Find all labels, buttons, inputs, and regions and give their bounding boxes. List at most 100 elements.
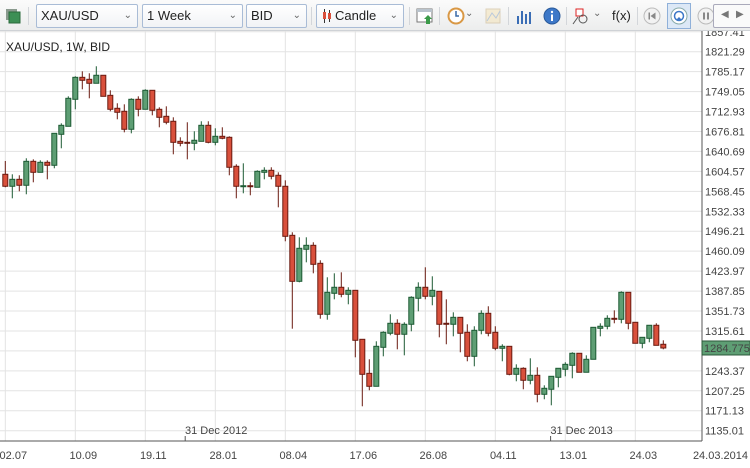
last-date-label: 24.03.2014: [693, 450, 748, 462]
x-tick-label: 13.01: [560, 450, 588, 462]
candle-body: [177, 140, 184, 144]
candle-body: [303, 244, 310, 250]
symbol-select[interactable]: XAU/USD ⌄: [36, 4, 138, 28]
y-tick-label: 1640.69: [705, 146, 745, 158]
candle-body: [576, 352, 583, 373]
candle-body: [534, 374, 541, 395]
candle-body: [86, 78, 93, 84]
patterns-icon[interactable]: [484, 7, 502, 25]
candle-body: [450, 316, 457, 325]
y-tick-label: 1423.97: [705, 266, 745, 278]
chevron-down-icon: ⌄: [228, 10, 237, 21]
candle-body: [142, 89, 149, 110]
candle-body: [163, 115, 170, 123]
x-tick-label: 26.08: [420, 450, 448, 462]
candle-body: [387, 322, 394, 334]
candle-body: [478, 312, 485, 331]
price-type-value: BID: [251, 8, 273, 23]
x-tick-label: 24.03: [630, 450, 658, 462]
y-tick-label: 1243.37: [705, 366, 745, 378]
candle-body: [51, 132, 58, 166]
y-tick-label: 1568.45: [705, 186, 745, 198]
candle-body: [100, 74, 107, 97]
candle-body: [331, 286, 338, 294]
candle-body: [485, 312, 492, 334]
candle-body: [639, 336, 646, 344]
chart-title: XAU/USD, 1W, BID: [6, 40, 111, 54]
candle-body: [492, 331, 499, 349]
year-marker-label: 31 Dec 2012: [185, 425, 247, 437]
x-tick-label: 04.11: [490, 450, 517, 462]
candle-body: [548, 375, 555, 390]
candle-body: [499, 345, 506, 349]
y-tick-label: 1315.61: [705, 326, 745, 338]
candle-body: [520, 367, 527, 381]
x-tick-label: 02.07: [0, 450, 27, 462]
skip-back-icon[interactable]: [643, 7, 661, 25]
candle-body: [44, 161, 51, 166]
clock-icon[interactable]: [447, 7, 465, 25]
candle-body: [135, 98, 142, 110]
period-select[interactable]: 1 Week ⌄: [142, 4, 243, 28]
x-tick-label: 08.04: [280, 450, 308, 462]
x-tick-label: 19.11: [140, 450, 167, 462]
y-tick-label: 1387.85: [705, 286, 745, 298]
scroll-right-icon[interactable]: ▶: [736, 9, 744, 20]
candle-body: [345, 289, 352, 295]
layers-icon[interactable]: [4, 7, 22, 25]
candle-body: [625, 291, 632, 324]
candle-body: [282, 185, 289, 237]
candle-body: [289, 234, 296, 282]
drawing-shapes-icon[interactable]: [572, 7, 590, 25]
y-tick-label: 1712.93: [705, 107, 745, 119]
candle-body: [261, 169, 268, 173]
candle-body: [58, 124, 65, 135]
candle-body: [513, 367, 520, 375]
candle-body: [422, 286, 429, 297]
scroll-left-icon[interactable]: ◀: [721, 9, 729, 20]
candle-body: [114, 107, 121, 113]
toolbar: XAU/USD ⌄ 1 Week ⌄ BID ⌄ Candle ⌄ ⌄ ⌄ f(x) ◀…: [0, 0, 750, 31]
candle-body: [198, 124, 205, 142]
auto-scroll-icon[interactable]: [670, 7, 688, 25]
candle-body: [562, 363, 569, 370]
scroll-buttons: ◀ ▶: [713, 4, 750, 28]
chevron-down-icon[interactable]: ⌄: [593, 8, 601, 19]
info-icon[interactable]: [543, 7, 561, 25]
candle-body: [436, 290, 443, 325]
candle-body: [471, 329, 478, 357]
candle-body: [555, 367, 562, 378]
function-icon[interactable]: f(x): [612, 8, 631, 23]
candle-body: [359, 338, 366, 375]
x-tick-label: 10.09: [70, 450, 98, 462]
candle-body: [443, 322, 450, 325]
candle-body: [107, 94, 114, 110]
chevron-down-icon[interactable]: ⌄: [465, 8, 473, 19]
candle-body: [184, 141, 191, 144]
period-value: 1 Week: [147, 8, 191, 23]
candle-body: [72, 76, 79, 100]
candle-body: [37, 161, 44, 173]
price-type-select[interactable]: BID ⌄: [246, 4, 307, 28]
candle-body: [366, 372, 373, 387]
candle-body: [310, 244, 317, 265]
chevron-down-icon: ⌄: [123, 10, 132, 21]
candle-body: [226, 136, 233, 168]
candlestick-icon: [323, 9, 331, 23]
year-marker-label: 31 Dec 2013: [550, 425, 612, 437]
candle-body: [324, 291, 331, 315]
candle-body: [212, 135, 219, 143]
candlestick-chart[interactable]: 1857.411821.291785.171749.051712.931676.…: [0, 0, 750, 468]
x-tick-label: 28.01: [210, 450, 238, 462]
candle-body: [597, 325, 604, 329]
chart-type-select[interactable]: Candle ⌄: [316, 4, 404, 28]
candle-body: [219, 135, 226, 139]
bar-chart-icon[interactable]: [515, 7, 533, 25]
candle-body: [79, 76, 86, 81]
candle-body: [65, 97, 72, 127]
candle-body: [240, 185, 247, 188]
candle-body: [569, 352, 576, 366]
export-window-icon[interactable]: [416, 7, 434, 25]
candle-body: [352, 289, 359, 341]
y-tick-label: 1604.57: [705, 166, 745, 178]
